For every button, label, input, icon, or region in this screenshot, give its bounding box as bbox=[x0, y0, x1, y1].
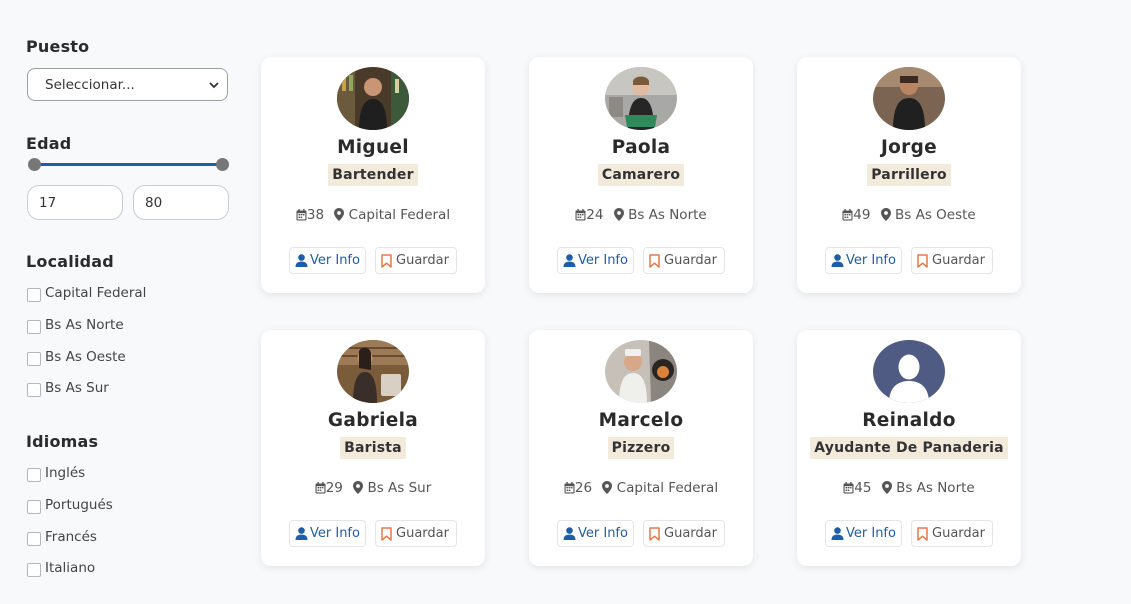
avatar-photo bbox=[337, 340, 409, 403]
location-pin-icon bbox=[602, 481, 613, 494]
role-badge: Ayudante De Panaderia bbox=[810, 437, 1008, 459]
bookmark-icon bbox=[917, 527, 928, 541]
role-badge: Bartender bbox=[328, 164, 418, 186]
location-pin-icon bbox=[881, 481, 892, 494]
candidate-name: Miguel bbox=[337, 137, 409, 158]
checkbox[interactable] bbox=[27, 468, 41, 482]
puesto-select[interactable]: Seleccionar... bbox=[27, 68, 228, 101]
age-value: 29 bbox=[325, 480, 343, 496]
candidate-card: Paola Camarero 24 Bs As Norte Ver Info G… bbox=[529, 57, 753, 293]
candidate-meta: 24 Bs As Norte bbox=[529, 207, 753, 223]
role-badge: Barista bbox=[340, 437, 406, 459]
bookmark-icon bbox=[649, 527, 660, 541]
guardar-button[interactable]: Guardar bbox=[375, 247, 457, 274]
age-max-input[interactable]: 80 bbox=[133, 185, 229, 220]
calendar-icon bbox=[842, 209, 853, 221]
location-value: Bs As Norte bbox=[628, 207, 707, 223]
candidate-card: Jorge Parrillero 49 Bs As Oeste Ver Info… bbox=[797, 57, 1021, 293]
candidate-card: Miguel Bartender 38 Capital Federal Ver … bbox=[261, 57, 485, 293]
bookmark-icon bbox=[381, 254, 392, 268]
chevron-down-icon bbox=[209, 82, 219, 89]
location-value: Bs As Norte bbox=[896, 480, 975, 496]
location-value: Bs As Oeste bbox=[895, 207, 976, 223]
user-icon bbox=[295, 254, 308, 267]
location-value: Capital Federal bbox=[348, 207, 451, 223]
candidate-meta: 26 Capital Federal bbox=[529, 480, 753, 496]
candidate-meta: 38 Capital Federal bbox=[261, 207, 485, 223]
ver-info-button[interactable]: Ver Info bbox=[557, 520, 634, 547]
age-value: 38 bbox=[306, 207, 325, 223]
age-range-track bbox=[34, 163, 223, 166]
guardar-button[interactable]: Guardar bbox=[911, 247, 993, 274]
role-badge: Pizzero bbox=[607, 437, 675, 459]
location-value: Capital Federal bbox=[616, 480, 719, 496]
checkbox[interactable] bbox=[27, 500, 41, 514]
user-icon bbox=[831, 254, 844, 267]
localidad-title: Localidad bbox=[26, 252, 114, 271]
location-value: Bs As Sur bbox=[367, 480, 432, 496]
ver-info-button[interactable]: Ver Info bbox=[557, 247, 634, 274]
user-icon bbox=[295, 527, 308, 540]
ver-info-button[interactable]: Ver Info bbox=[825, 247, 902, 274]
checkbox[interactable] bbox=[27, 383, 41, 397]
user-icon bbox=[563, 254, 576, 267]
candidate-meta: 29 Bs As Sur bbox=[261, 480, 485, 496]
role-badge: Camarero bbox=[597, 164, 685, 186]
avatar-photo bbox=[605, 67, 677, 130]
puesto-title: Puesto bbox=[26, 37, 90, 56]
edad-title: Edad bbox=[26, 134, 72, 153]
guardar-button[interactable]: Guardar bbox=[643, 520, 725, 547]
guardar-button[interactable]: Guardar bbox=[375, 520, 457, 547]
age-min-input[interactable]: 17 bbox=[27, 185, 123, 220]
guardar-button[interactable]: Guardar bbox=[643, 247, 725, 274]
candidate-card: Marcelo Pizzero 26 Capital Federal Ver I… bbox=[529, 330, 753, 566]
age-value: 49 bbox=[853, 207, 871, 223]
age-max-handle[interactable] bbox=[216, 158, 229, 171]
bookmark-icon bbox=[381, 527, 392, 541]
candidate-card: Reinaldo Ayudante De Panaderia 45 Bs As … bbox=[797, 330, 1021, 566]
candidate-card: Gabriela Barista 29 Bs As Sur Ver Info G… bbox=[261, 330, 485, 566]
avatar-photo bbox=[605, 340, 677, 403]
candidate-name: Reinaldo bbox=[862, 410, 956, 431]
idiomas-title: Idiomas bbox=[26, 432, 99, 451]
checkbox[interactable] bbox=[27, 352, 41, 366]
checkbox[interactable] bbox=[27, 532, 41, 546]
location-pin-icon bbox=[880, 208, 891, 221]
checkbox[interactable] bbox=[27, 563, 41, 577]
ver-info-button[interactable]: Ver Info bbox=[825, 520, 902, 547]
default-avatar-icon bbox=[873, 340, 945, 403]
puesto-select-value: Seleccionar... bbox=[45, 77, 135, 93]
age-value: 45 bbox=[854, 480, 872, 496]
location-pin-icon bbox=[334, 208, 345, 221]
ver-info-button[interactable]: Ver Info bbox=[289, 247, 366, 274]
age-min-handle[interactable] bbox=[28, 158, 41, 171]
ver-info-button[interactable]: Ver Info bbox=[289, 520, 366, 547]
bookmark-icon bbox=[649, 254, 660, 268]
calendar-icon bbox=[296, 209, 307, 221]
candidate-meta: 49 Bs As Oeste bbox=[797, 207, 1021, 223]
candidate-name: Jorge bbox=[880, 137, 937, 158]
candidate-meta: 45 Bs As Norte bbox=[797, 480, 1021, 496]
location-pin-icon bbox=[613, 208, 624, 221]
role-badge: Parrillero bbox=[867, 164, 951, 186]
age-value: 24 bbox=[586, 207, 604, 223]
calendar-icon bbox=[315, 482, 326, 494]
candidate-name: Marcelo bbox=[598, 410, 684, 431]
calendar-icon bbox=[575, 209, 586, 221]
avatar-photo bbox=[337, 67, 409, 130]
checkbox[interactable] bbox=[27, 288, 41, 302]
user-icon bbox=[563, 527, 576, 540]
calendar-icon bbox=[564, 482, 575, 494]
guardar-button[interactable]: Guardar bbox=[911, 520, 993, 547]
candidate-name: Paola bbox=[611, 137, 671, 158]
candidate-name: Gabriela bbox=[327, 410, 419, 431]
calendar-icon bbox=[843, 482, 854, 494]
age-value: 26 bbox=[574, 480, 593, 496]
location-pin-icon bbox=[353, 481, 364, 494]
user-icon bbox=[831, 527, 844, 540]
avatar-photo bbox=[873, 67, 945, 130]
bookmark-icon bbox=[917, 254, 928, 268]
checkbox[interactable] bbox=[27, 320, 41, 334]
